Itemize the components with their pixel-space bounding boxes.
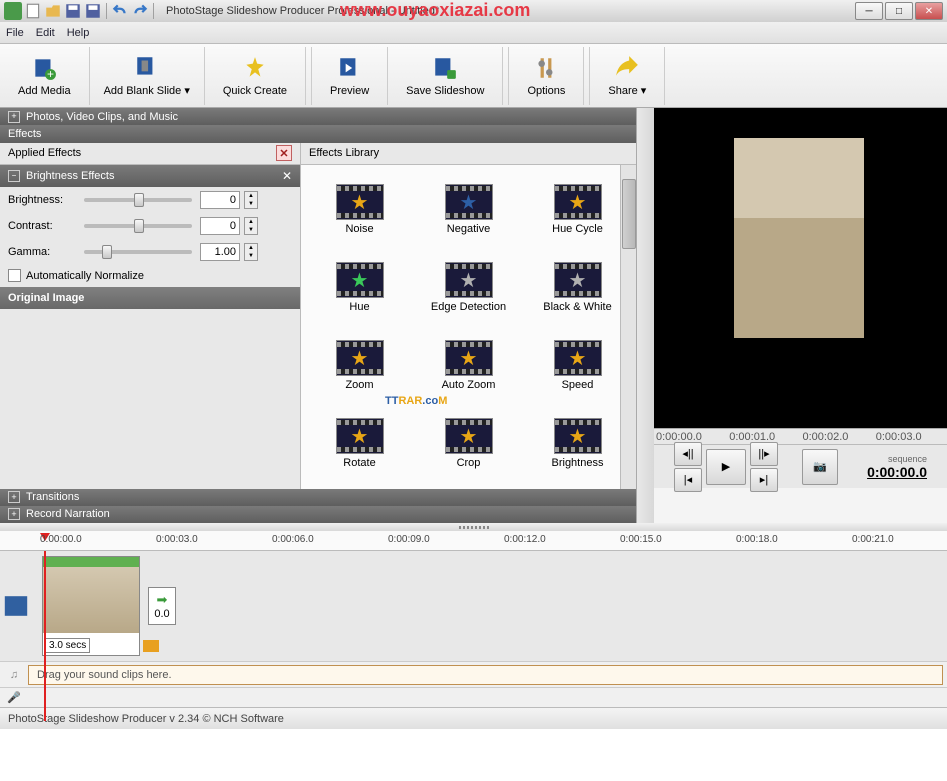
brightness-spinner[interactable]: ▲▼ [244, 191, 258, 209]
original-image-header[interactable]: Original Image [0, 287, 300, 309]
transition-box[interactable]: ➡ 0.0 [148, 587, 176, 625]
undo-icon[interactable] [111, 2, 129, 20]
preview-canvas [654, 108, 947, 428]
gamma-slider-row: Gamma: ▲▼ [0, 239, 300, 265]
timeline-ruler[interactable]: 0:00:00.00:00:03.00:00:06.00:00:09.00:00… [0, 531, 947, 551]
gamma-slider[interactable] [84, 250, 192, 254]
save-icon[interactable] [64, 2, 82, 20]
menu-edit[interactable]: Edit [36, 27, 55, 39]
applied-effects-header: Applied Effects ✕ [0, 143, 300, 165]
watermark-brand: TTRAR.coM [385, 380, 447, 411]
video-track[interactable]: 3.0 secs ➡ 0.0 [0, 551, 947, 661]
minimize-button[interactable]: ─ [855, 2, 883, 20]
menu-file[interactable]: File [6, 27, 24, 39]
save-slideshow-button[interactable]: Save Slideshow [388, 47, 503, 105]
menu-help[interactable]: Help [67, 27, 90, 39]
preview-button[interactable]: Preview [312, 47, 388, 105]
effect-hue[interactable]: ★Hue [305, 249, 414, 327]
status-bar: PhotoStage Slideshow Producer v 2.34 © N… [0, 707, 947, 729]
menu-bar: File Edit Help [0, 22, 947, 44]
next-frame-button[interactable]: ||▸ [750, 442, 778, 466]
main-toolbar: + Add Media Add Blank Slide ▾ Quick Crea… [0, 44, 947, 108]
effect-negative[interactable]: ★Negative [414, 171, 523, 249]
video-track-icon [2, 551, 30, 661]
sound-track[interactable]: ♫ Drag your sound clips here. [0, 661, 947, 687]
first-frame-button[interactable]: |◂ [674, 468, 702, 492]
panel-scrollbar[interactable] [636, 108, 654, 523]
options-button[interactable]: Options [509, 47, 584, 105]
quick-create-button[interactable]: Quick Create [205, 47, 306, 105]
contrast-slider-row: Contrast: ▲▼ [0, 213, 300, 239]
brightness-slider[interactable] [84, 198, 192, 202]
section-transitions[interactable]: +Transitions [0, 489, 636, 506]
watermark-url: www.ouyaoxiazai.com [340, 0, 530, 21]
preview-image [734, 138, 864, 338]
music-note-icon: ♫ [0, 669, 28, 681]
contrast-slider[interactable] [84, 224, 192, 228]
narration-track[interactable]: 🎤 [0, 687, 947, 707]
transition-arrow-icon: ➡ [157, 592, 168, 608]
gamma-spinner[interactable]: ▲▼ [244, 243, 258, 261]
gamma-input[interactable] [200, 243, 240, 261]
clip-badge [143, 640, 159, 652]
library-scrollbar[interactable] [620, 165, 636, 489]
auto-normalize-checkbox[interactable] [8, 269, 21, 282]
last-frame-button[interactable]: ▸| [750, 468, 778, 492]
svg-text:+: + [47, 66, 54, 80]
effects-library-header: Effects Library [301, 143, 636, 165]
app-icon [4, 2, 22, 20]
brightness-effects-close[interactable]: ✕ [282, 169, 292, 183]
brightness-effects-header[interactable]: −Brightness Effects ✕ [0, 165, 300, 187]
timeline-clip[interactable]: 3.0 secs [42, 556, 140, 656]
applied-effects-close[interactable]: ✕ [276, 145, 292, 161]
sequence-time: 0:00:00.0 [867, 464, 927, 480]
effects-library-grid: ★Noise★Negative★Hue Cycle ★Hue★Edge Detec… [301, 165, 636, 489]
open-icon[interactable] [44, 2, 62, 20]
prev-frame-button[interactable]: ◂|| [674, 442, 702, 466]
effect-speed[interactable]: ★Speed [523, 327, 632, 405]
effect-rotate[interactable]: ★Rotate [305, 405, 414, 483]
effect-hue-cycle[interactable]: ★Hue Cycle [523, 171, 632, 249]
save-as-icon[interactable] [84, 2, 102, 20]
section-photos[interactable]: +Photos, Video Clips, and Music [0, 108, 636, 125]
add-blank-slide-button[interactable]: Add Blank Slide ▾ [90, 47, 205, 105]
microphone-icon: 🎤 [0, 691, 28, 704]
new-icon[interactable] [24, 2, 42, 20]
effect-black-white[interactable]: ★Black & White [523, 249, 632, 327]
auto-normalize-row[interactable]: Automatically Normalize [0, 265, 300, 287]
play-button[interactable]: ▶ [706, 449, 746, 485]
sequence-label: sequence [867, 454, 927, 464]
maximize-button[interactable]: □ [885, 2, 913, 20]
clip-duration: 3.0 secs [45, 638, 90, 653]
add-media-button[interactable]: + Add Media [0, 47, 90, 105]
effect-noise[interactable]: ★Noise [305, 171, 414, 249]
play-controls: ◂|| |◂ ▶ ||▸ ▸| 📷 sequence 0:00:00.0 [654, 444, 947, 488]
close-button[interactable]: ✕ [915, 2, 943, 20]
snapshot-button[interactable]: 📷 [802, 449, 838, 485]
playhead-line [44, 551, 46, 721]
effect-brightness[interactable]: ★Brightness [523, 405, 632, 483]
contrast-input[interactable] [200, 217, 240, 235]
brightness-slider-row: Brightness: ▲▼ [0, 187, 300, 213]
share-button[interactable]: Share ▾ [590, 47, 665, 105]
panel-splitter[interactable] [0, 523, 947, 531]
effect-edge-detection[interactable]: ★Edge Detection [414, 249, 523, 327]
contrast-spinner[interactable]: ▲▼ [244, 217, 258, 235]
brightness-input[interactable] [200, 191, 240, 209]
redo-icon[interactable] [131, 2, 149, 20]
effect-crop[interactable]: ★Crop [414, 405, 523, 483]
section-effects[interactable]: Effects [0, 125, 636, 142]
sound-drop-zone[interactable]: Drag your sound clips here. [28, 665, 943, 685]
section-record-narration[interactable]: +Record Narration [0, 506, 636, 523]
